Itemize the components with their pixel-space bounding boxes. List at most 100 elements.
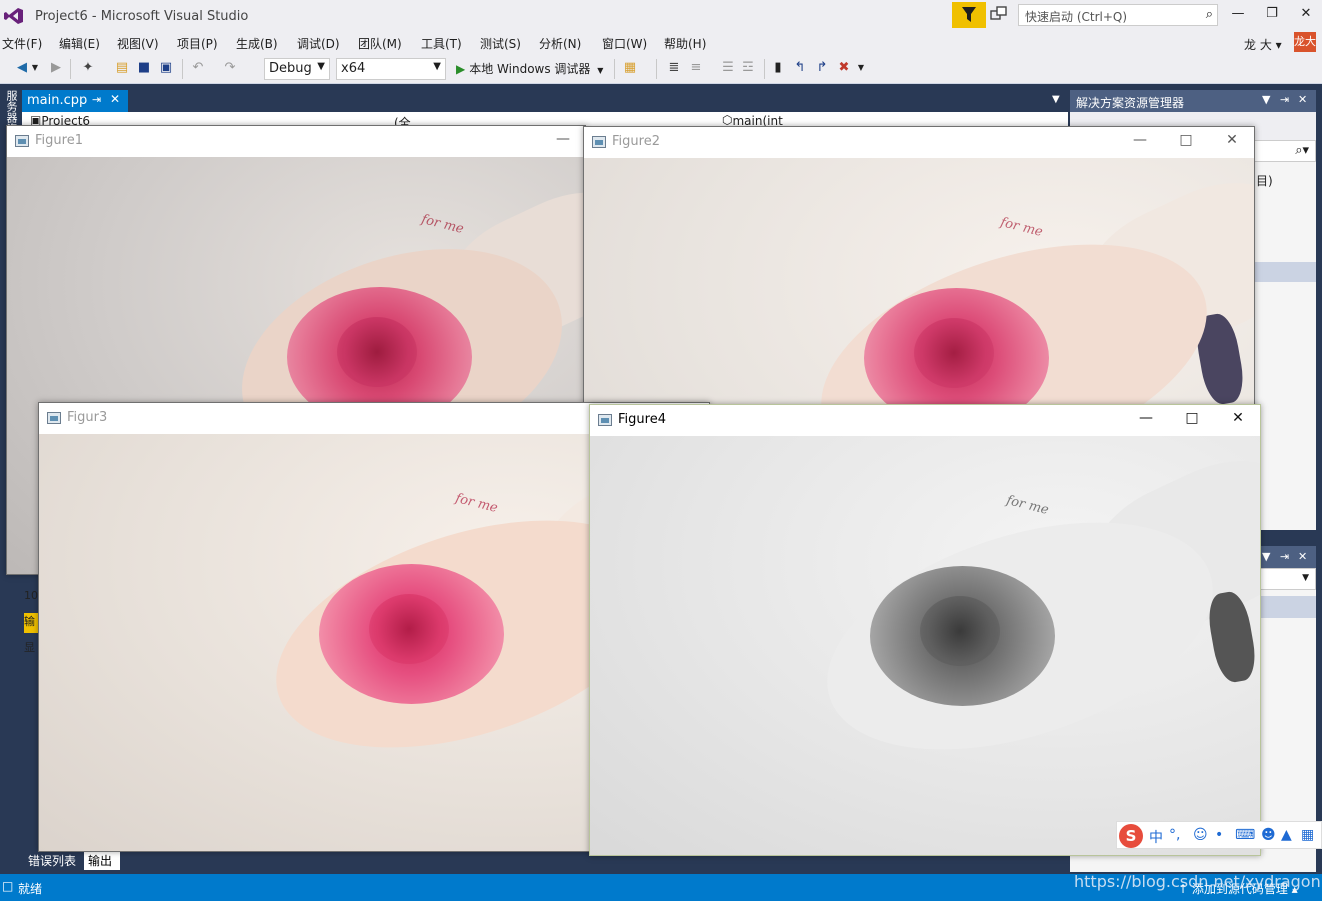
- title-bar: Project6 - Microsoft Visual Studio 快速启动 …: [0, 0, 1322, 32]
- minimize-icon[interactable]: —: [553, 131, 573, 151]
- toolbar-overflow-icon[interactable]: ▼: [856, 60, 866, 76]
- next-bookmark-icon[interactable]: ↱: [814, 60, 830, 76]
- browse-icon[interactable]: ▦: [622, 60, 638, 76]
- format-icon[interactable]: ≣: [666, 60, 682, 76]
- prev-bookmark-icon[interactable]: ↰: [792, 60, 808, 76]
- solution-config-select[interactable]: Debug ▼: [264, 58, 330, 80]
- undo-icon[interactable]: ↶: [190, 60, 206, 76]
- menu-tools[interactable]: 工具(T): [421, 35, 462, 52]
- quick-launch-placeholder: 快速启动 (Ctrl+Q): [1025, 10, 1128, 24]
- sogou-logo-icon[interactable]: S: [1119, 824, 1143, 848]
- rose-center-shape: [369, 594, 449, 664]
- platform-select[interactable]: x64 ▼: [336, 58, 446, 80]
- pin-icon[interactable]: ⇥: [92, 93, 101, 106]
- emoji-icon[interactable]: ☺: [1193, 827, 1208, 843]
- toolbar-separator: [182, 59, 183, 79]
- tab-main-cpp[interactable]: main.cpp ⇥ ✕: [22, 90, 128, 112]
- maximize-icon[interactable]: □: [1176, 132, 1196, 152]
- window-icon: [592, 136, 606, 148]
- quick-launch-input[interactable]: 快速启动 (Ctrl+Q) ⌕: [1018, 4, 1218, 26]
- keyboard-icon[interactable]: ⌨: [1235, 827, 1255, 843]
- close-icon[interactable]: ✕: [1298, 550, 1307, 563]
- chevron-down-icon[interactable]: ▼: [1262, 550, 1270, 563]
- back-icon[interactable]: ◀: [14, 60, 30, 76]
- close-icon[interactable]: ✕: [1222, 132, 1242, 152]
- tools-grid-icon[interactable]: ▦: [1301, 827, 1314, 843]
- notifications-icon[interactable]: [990, 6, 1010, 26]
- tab-overflow-icon[interactable]: ▼: [1052, 94, 1060, 105]
- menu-team[interactable]: 团队(M): [358, 35, 402, 52]
- open-file-icon[interactable]: ▤: [114, 60, 130, 76]
- search-icon: ⌕: [1205, 7, 1213, 22]
- save-icon[interactable]: ■: [136, 60, 152, 76]
- menu-build[interactable]: 生成(B): [236, 35, 278, 52]
- avatar[interactable]: 龙大: [1294, 32, 1316, 52]
- tab-error-list[interactable]: 错误列表: [24, 850, 82, 870]
- platform-value: x64: [341, 61, 366, 76]
- toolbar-separator: [614, 59, 615, 79]
- pin-icon[interactable]: ⇥: [1280, 550, 1289, 563]
- menu-analyze[interactable]: 分析(N): [539, 35, 581, 52]
- feedback-filter-button[interactable]: [952, 2, 986, 28]
- minimize-icon[interactable]: —: [1136, 410, 1156, 430]
- uncomment-icon[interactable]: ☲: [740, 60, 756, 76]
- minimize-button[interactable]: —: [1228, 6, 1248, 26]
- figure4-window[interactable]: Figure4 — □ ✕ for me: [589, 404, 1261, 856]
- save-all-icon[interactable]: ▣: [158, 60, 174, 76]
- tab-output[interactable]: 输出: [84, 850, 120, 870]
- nav-function-select[interactable]: ⬡ main(int argc, char ** argv): [722, 113, 783, 126]
- start-debugger-button[interactable]: ▶ 本地 Windows 调试器 ▼: [456, 60, 603, 77]
- ime-language-toggle[interactable]: 中: [1149, 827, 1163, 847]
- redo-icon[interactable]: ↷: [222, 60, 238, 76]
- menu-file[interactable]: 文件(F): [2, 35, 42, 52]
- punctuation-icon[interactable]: °,: [1169, 827, 1180, 843]
- figure1-title-bar[interactable]: Figure1 —: [7, 126, 585, 156]
- menu-test[interactable]: 测试(S): [480, 35, 521, 52]
- close-icon[interactable]: ✕: [1228, 410, 1248, 430]
- pin-icon[interactable]: ⇥: [1280, 93, 1289, 106]
- close-tab-icon[interactable]: ✕: [110, 92, 120, 106]
- close-icon[interactable]: ✕: [1298, 93, 1307, 106]
- solution-explorer-title-bar[interactable]: 解决方案资源管理器 ▼ ⇥ ✕: [1070, 90, 1316, 112]
- menu-help[interactable]: 帮助(H): [664, 35, 706, 52]
- user-icon[interactable]: ☻: [1261, 827, 1276, 843]
- chevron-down-icon: ▼: [317, 61, 325, 72]
- new-project-icon[interactable]: ✦: [80, 60, 96, 76]
- chevron-down-icon: ▼: [597, 66, 604, 75]
- forward-icon[interactable]: ▶: [48, 60, 64, 76]
- nav-function-value: main(int argc, char ** argv): [732, 114, 783, 126]
- figure4-title-bar[interactable]: Figure4 — □ ✕: [590, 405, 1260, 435]
- visual-studio-logo-icon: [4, 8, 23, 24]
- toolbar-separator: [656, 59, 657, 79]
- menu-debug[interactable]: 调试(D): [297, 35, 340, 52]
- bookmark-icon[interactable]: ▮: [770, 60, 786, 76]
- minimize-icon[interactable]: —: [1130, 132, 1150, 152]
- menu-view[interactable]: 视图(V): [117, 35, 159, 52]
- chevron-down-icon: ▼: [433, 61, 441, 72]
- skin-icon[interactable]: ▲: [1281, 827, 1292, 843]
- figure3-title: Figur3: [67, 410, 108, 425]
- chevron-down-icon: ▼: [1302, 573, 1309, 583]
- back-dropdown-icon[interactable]: ▼: [30, 60, 40, 76]
- ime-toolbar[interactable]: S 中 °, ☺ • ⌨ ☻ ▲ ▦: [1116, 821, 1322, 849]
- chevron-down-icon[interactable]: ▼: [1262, 93, 1270, 106]
- align-icon[interactable]: ≡: [688, 60, 704, 76]
- menu-edit[interactable]: 编辑(E): [59, 35, 100, 52]
- status-icon: □: [2, 879, 14, 893]
- menu-project[interactable]: 项目(P): [177, 35, 218, 52]
- rose-center-shape: [920, 596, 1000, 666]
- microphone-icon[interactable]: •: [1215, 827, 1223, 843]
- clear-bookmarks-icon[interactable]: ✖: [836, 60, 852, 76]
- solution-config-value: Debug: [269, 61, 312, 76]
- maximize-icon[interactable]: □: [1182, 410, 1202, 430]
- user-account[interactable]: 龙 大 ▾: [1244, 36, 1282, 53]
- toolbar-separator: [70, 59, 71, 79]
- menu-window[interactable]: 窗口(W): [602, 35, 647, 52]
- figure1-title: Figure1: [35, 133, 83, 148]
- comment-icon[interactable]: ☰: [720, 60, 736, 76]
- restore-button[interactable]: ❐: [1262, 6, 1282, 26]
- watermark-text: https://blog.csdn.net/xydragon126: [1074, 872, 1322, 891]
- solution-explorer-title: 解决方案资源管理器: [1076, 96, 1185, 110]
- close-button[interactable]: ✕: [1296, 6, 1316, 26]
- figure2-title-bar[interactable]: Figure2 — □ ✕: [584, 127, 1254, 157]
